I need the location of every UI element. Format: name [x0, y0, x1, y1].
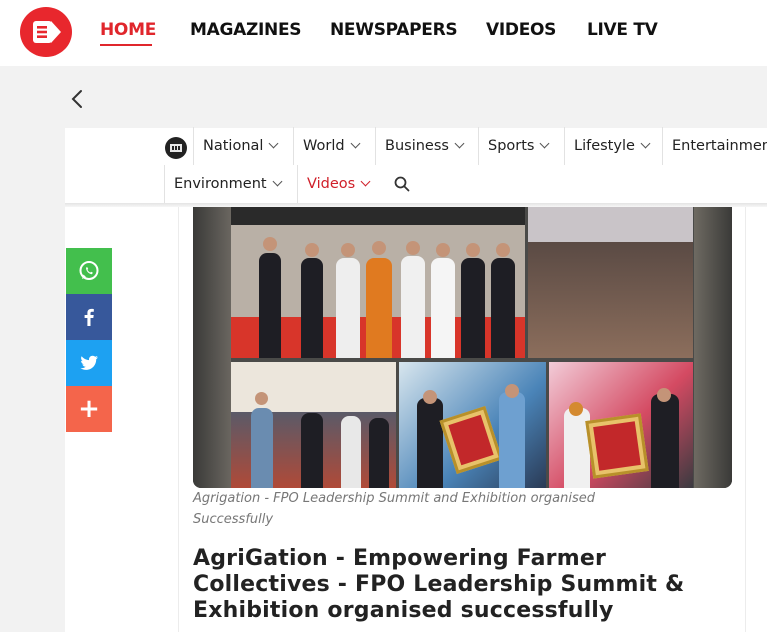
category-sports[interactable]: Sports: [478, 127, 557, 165]
hero-image[interactable]: [193, 207, 732, 488]
photo-exhibition: [231, 362, 396, 488]
chevron-down-icon: [360, 176, 371, 187]
chevron-down-icon: [640, 138, 651, 149]
category-videos[interactable]: Videos: [297, 165, 378, 203]
category-lifestyle[interactable]: Lifestyle: [564, 127, 658, 165]
photo-stage: [231, 207, 525, 358]
nav-live-tv[interactable]: LIVE TV: [587, 20, 658, 40]
nav-home[interactable]: HOME: [100, 20, 156, 40]
whatsapp-icon: [79, 261, 99, 280]
search-icon[interactable]: [394, 176, 410, 192]
play-logo-icon: [33, 21, 61, 43]
twitter-icon: [80, 355, 98, 370]
category-national[interactable]: National: [193, 127, 286, 165]
photo-award-2: [549, 362, 693, 488]
chevron-down-icon: [454, 138, 465, 149]
nav-newspapers[interactable]: NEWSPAPERS: [330, 20, 458, 40]
facebook-icon: [84, 308, 94, 326]
category-environment[interactable]: Environment: [164, 165, 290, 203]
chevron-down-icon: [540, 138, 550, 149]
category-entertainment[interactable]: Entertainmen: [662, 127, 767, 165]
plus-icon: +: [78, 394, 100, 424]
chevron-down-icon: [268, 138, 279, 149]
nav-videos[interactable]: VIDEOS: [486, 20, 556, 40]
photo-award-1: [399, 362, 546, 488]
active-nav-underline: [100, 44, 152, 46]
category-business[interactable]: Business: [375, 127, 472, 165]
article-headline: AgriGation - Empowering Farmer Collectiv…: [193, 546, 685, 623]
share-twitter-button[interactable]: [66, 340, 112, 386]
chevron-left-icon[interactable]: [68, 88, 88, 110]
chevron-down-icon: [350, 138, 361, 149]
share-whatsapp-button[interactable]: [66, 248, 112, 294]
image-caption: Agrigation - FPO Leadership Summit and E…: [193, 491, 595, 527]
chevron-down-icon: [272, 176, 283, 187]
site-logo[interactable]: [20, 7, 72, 57]
nav-magazines[interactable]: MAGAZINES: [190, 20, 302, 40]
category-world[interactable]: World: [293, 127, 368, 165]
emblem-icon[interactable]: [165, 137, 187, 159]
share-facebook-button[interactable]: [66, 294, 112, 340]
photo-audience: [528, 207, 693, 358]
top-bar: HOME MAGAZINES NEWSPAPERS VIDEOS LIVE TV: [0, 0, 767, 66]
share-more-button[interactable]: +: [66, 386, 112, 432]
